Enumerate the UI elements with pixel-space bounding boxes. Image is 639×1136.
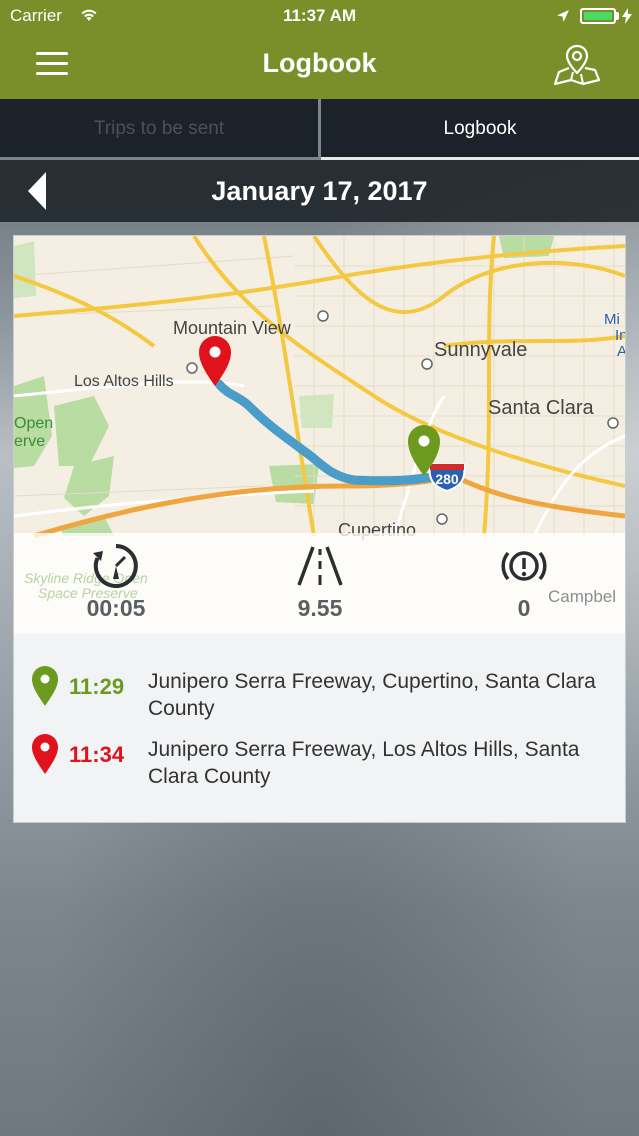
events-value: 0 [517, 595, 531, 621]
tab-trips-to-be-sent[interactable]: Trips to be sent [0, 99, 318, 160]
start-address: Junipero Serra Freeway, Cupertino, Santa… [148, 670, 596, 720]
trip-stops: 11:29 Junipero Serra Freeway, Cupertino,… [14, 634, 625, 822]
svg-text:Open: Open [14, 415, 53, 432]
svg-text:Santa Clara: Santa Clara [488, 397, 594, 419]
svg-text:280: 280 [435, 471, 459, 487]
end-address: Junipero Serra Freeway, Los Altos Hills,… [148, 738, 580, 788]
date-title: January 17, 2017 [211, 176, 428, 206]
events-stat: 0 [454, 541, 594, 622]
svg-text:Los Altos Hills: Los Altos Hills [74, 373, 174, 390]
end-time: 11:34 [69, 742, 125, 767]
end-pin-icon [32, 734, 58, 774]
svg-text:Mi: Mi [604, 311, 620, 328]
battery-tip [616, 12, 619, 20]
duration-value: 00:05 [86, 595, 146, 621]
location-arrow-icon [557, 10, 569, 22]
trip-card[interactable]: 280 Mountain View Los Altos Hills Sunnyv… [13, 235, 626, 823]
page-title: Logbook [262, 48, 377, 78]
tab-logbook[interactable]: Logbook [321, 99, 639, 160]
tab-bar: Trips to be sent Logbook [0, 99, 639, 160]
charging-bolt-icon [622, 8, 632, 24]
road-icon [297, 546, 343, 586]
svg-text:Sunnyvale: Sunnyvale [434, 339, 527, 361]
svg-text:Mountain View: Mountain View [173, 318, 292, 338]
svg-text:erve: erve [14, 433, 45, 450]
app-header: Carrier 11:37 AM Logbook [0, 0, 639, 99]
status-time: 11:37 AM [282, 6, 357, 25]
start-time: 11:29 [69, 674, 125, 699]
trip-stats: Skyline Ridge Open Space Preserve Campbe… [14, 533, 625, 634]
status-bar: Carrier 11:37 AM [0, 0, 639, 32]
map-pin-icon[interactable] [553, 42, 601, 86]
svg-text:In: In [615, 327, 625, 344]
svg-text:A: A [617, 343, 625, 360]
start-pin-icon [32, 666, 58, 706]
battery-icon [580, 8, 616, 24]
distance-stat: 9.55 [250, 541, 390, 622]
duration-stat: 00:05 [46, 541, 186, 622]
stopwatch-icon [93, 544, 138, 588]
brake-warning-icon [501, 551, 547, 581]
distance-value: 9.55 [297, 595, 343, 621]
